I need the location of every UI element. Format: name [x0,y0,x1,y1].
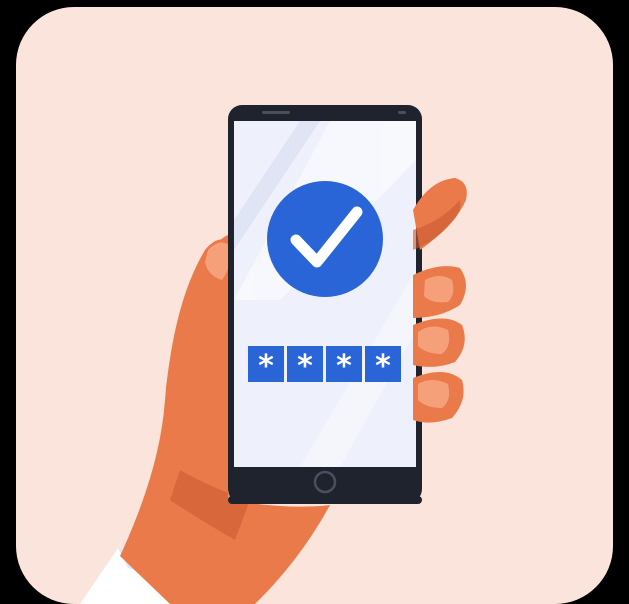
phone-speaker [262,111,290,114]
pin-box-3: * [326,346,362,384]
phone-sensor [398,111,406,114]
pin-digit: * [336,349,352,384]
pin-digit: * [297,349,313,384]
hand-phone-illustration [80,105,467,604]
pin-box-2: * [287,346,323,384]
pin-digit: * [375,349,391,384]
nail-middle [424,276,454,303]
pin-digit: * [258,349,274,384]
illustration-stage: * * * * [0,0,629,604]
pin-box-4: * [365,346,401,384]
fingers [413,178,467,423]
check-circle-icon [267,181,383,297]
pin-box-1: * [248,346,284,384]
phone-bottom-edge [228,496,422,504]
